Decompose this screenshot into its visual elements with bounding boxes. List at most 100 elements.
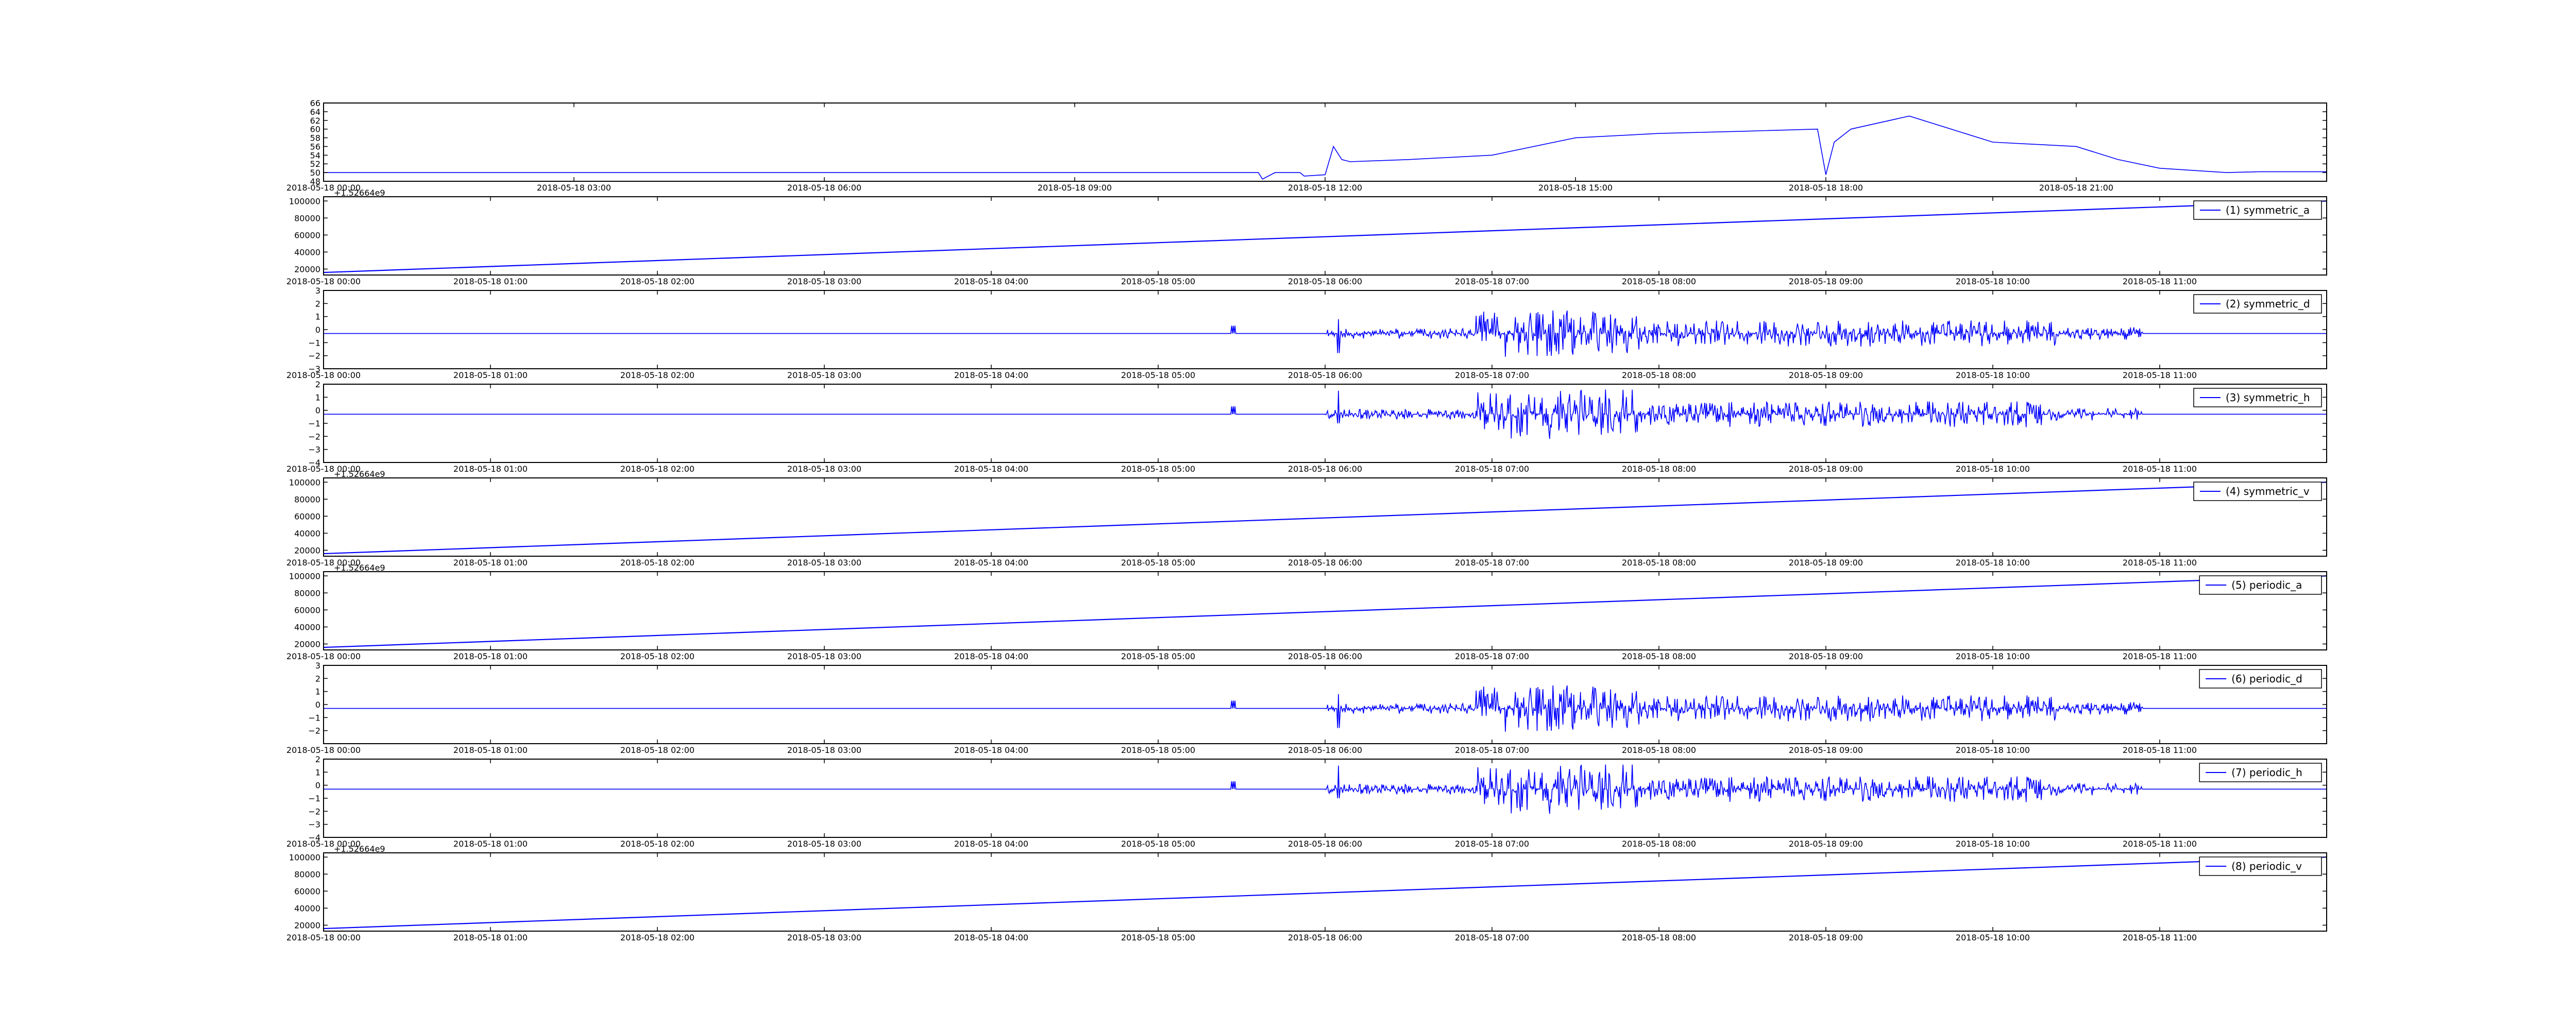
x-tick-label: 2018-05-18 07:00 — [1455, 651, 1529, 661]
x-tick-label: 2018-05-18 06:00 — [787, 183, 861, 193]
x-tick-label: 2018-05-18 11:00 — [2123, 933, 2197, 942]
y-tick-label: 0 — [315, 781, 320, 791]
x-tick-label: 2018-05-18 08:00 — [1622, 370, 1696, 380]
x-tick-label: 2018-05-18 11:00 — [2123, 558, 2197, 568]
x-tick-label: 2018-05-18 09:00 — [1038, 183, 1112, 193]
y-tick-label: 20000 — [294, 545, 320, 555]
x-tick-label: 2018-05-18 09:00 — [1789, 558, 1863, 568]
x-tick-label: 2018-05-18 05:00 — [1121, 370, 1195, 380]
x-tick-label: 2018-05-18 03:00 — [787, 558, 861, 568]
x-tick-label: 2018-05-18 11:00 — [2123, 839, 2197, 849]
y-tick-label: 100000 — [289, 571, 320, 581]
x-tick-label: 2018-05-18 00:00 — [286, 277, 361, 286]
y-tick-label: 3 — [315, 286, 320, 296]
x-tick-label: 2018-05-18 07:00 — [1455, 933, 1529, 942]
offset-label: +1.52664e9 — [334, 469, 385, 479]
x-tick-label: 2018-05-18 06:00 — [1288, 839, 1362, 849]
x-tick-label: 2018-05-18 08:00 — [1622, 933, 1696, 942]
x-tick-label: 2018-05-18 08:00 — [1622, 651, 1696, 661]
y-tick-label: 80000 — [294, 869, 320, 879]
x-tick-label: 2018-05-18 10:00 — [1956, 745, 2030, 755]
x-tick-label: 2018-05-18 03:00 — [787, 651, 861, 661]
y-tick-label: 1 — [315, 392, 320, 402]
y-tick-label: 40000 — [294, 622, 320, 632]
x-tick-label: 2018-05-18 04:00 — [954, 839, 1028, 849]
x-tick-label: 2018-05-18 09:00 — [1789, 745, 1863, 755]
x-tick-label: 2018-05-18 07:00 — [1455, 464, 1529, 474]
y-tick-label: 80000 — [294, 588, 320, 598]
x-tick-label: 2018-05-18 10:00 — [1956, 933, 2030, 942]
x-tick-label: 2018-05-18 04:00 — [954, 464, 1028, 474]
y-tick-label: 58 — [310, 133, 320, 143]
offset-label: +1.52664e9 — [334, 844, 385, 854]
x-tick-label: 2018-05-18 03:00 — [787, 277, 861, 286]
y-tick-label: −2 — [308, 726, 320, 736]
y-tick-label: 60000 — [294, 511, 320, 521]
x-tick-label: 2018-05-18 03:00 — [787, 464, 861, 474]
x-tick-label: 2018-05-18 05:00 — [1121, 558, 1195, 568]
x-tick-label: 2018-05-18 04:00 — [954, 651, 1028, 661]
x-tick-label: 2018-05-18 10:00 — [1956, 370, 2030, 380]
x-tick-label: 2018-05-18 06:00 — [1288, 933, 1362, 942]
y-tick-label: 1 — [315, 767, 320, 777]
y-tick-label: 3 — [315, 661, 320, 671]
x-tick-label: 2018-05-18 10:00 — [1956, 651, 2030, 661]
x-tick-label: 2018-05-18 12:00 — [1288, 183, 1362, 193]
legend-label: (1) symmetric_a — [2226, 204, 2310, 216]
x-tick-label: 2018-05-18 06:00 — [1288, 651, 1362, 661]
legend: (6) periodic_d — [2199, 669, 2322, 689]
x-tick-label: 2018-05-18 08:00 — [1622, 745, 1696, 755]
legend: (5) periodic_a — [2199, 575, 2322, 595]
y-tick-label: 54 — [310, 150, 320, 160]
x-tick-label: 2018-05-18 09:00 — [1789, 370, 1863, 380]
y-tick-label: 64 — [310, 107, 320, 117]
x-tick-label: 2018-05-18 21:00 — [2039, 183, 2113, 193]
x-tick-label: 2018-05-18 04:00 — [954, 933, 1028, 942]
x-tick-label: 2018-05-18 02:00 — [620, 745, 694, 755]
x-tick-label: 2018-05-18 01:00 — [453, 651, 528, 661]
x-tick-label: 2018-05-18 01:00 — [453, 745, 528, 755]
x-tick-label: 2018-05-18 01:00 — [453, 933, 528, 942]
y-tick-label: −1 — [308, 713, 320, 723]
x-tick-label: 2018-05-18 03:00 — [787, 933, 861, 942]
y-tick-label: −2 — [308, 432, 320, 441]
y-tick-label: 60 — [310, 125, 320, 134]
x-tick-label: 2018-05-18 06:00 — [1288, 558, 1362, 568]
x-tick-label: 2018-05-18 06:00 — [1288, 277, 1362, 286]
x-tick-label: 2018-05-18 04:00 — [954, 277, 1028, 286]
y-tick-label: 100000 — [289, 196, 320, 206]
x-tick-label: 2018-05-18 02:00 — [620, 933, 694, 942]
x-tick-label: 2018-05-18 09:00 — [1789, 933, 1863, 942]
x-tick-label: 2018-05-18 00:00 — [286, 370, 361, 380]
x-tick-label: 2018-05-18 15:00 — [1538, 183, 1613, 193]
y-tick-label: 52 — [310, 159, 320, 169]
x-tick-label: 2018-05-18 00:00 — [286, 745, 361, 755]
legend-label: (5) periodic_a — [2231, 579, 2302, 591]
legend: (2) symmetric_d — [2193, 294, 2322, 314]
x-tick-label: 2018-05-18 07:00 — [1455, 370, 1529, 380]
x-tick-label: 2018-05-18 01:00 — [453, 277, 528, 286]
x-tick-label: 2018-05-18 04:00 — [954, 370, 1028, 380]
x-tick-label: 2018-05-18 10:00 — [1956, 464, 2030, 474]
y-tick-label: 40000 — [294, 903, 320, 913]
x-tick-label: 2018-05-18 06:00 — [1288, 745, 1362, 755]
y-tick-label: 1 — [315, 312, 320, 322]
x-tick-label: 2018-05-18 18:00 — [1789, 183, 1863, 193]
x-tick-label: 2018-05-18 11:00 — [2123, 464, 2197, 474]
legend-label: (3) symmetric_h — [2226, 391, 2310, 404]
y-tick-label: 2 — [315, 754, 320, 764]
y-tick-label: 80000 — [294, 494, 320, 504]
y-tick-label: 60000 — [294, 230, 320, 240]
x-tick-label: 2018-05-18 00:00 — [286, 651, 361, 661]
x-tick-label: 2018-05-18 11:00 — [2123, 651, 2197, 661]
y-tick-label: 20000 — [294, 639, 320, 649]
y-tick-label: 20000 — [294, 920, 320, 930]
x-tick-label: 2018-05-18 00:00 — [286, 933, 361, 942]
x-tick-label: 2018-05-18 05:00 — [1121, 745, 1195, 755]
y-tick-label: 20000 — [294, 264, 320, 274]
y-tick-label: 0 — [315, 325, 320, 335]
x-tick-label: 2018-05-18 05:00 — [1121, 651, 1195, 661]
y-tick-label: 1 — [315, 687, 320, 697]
x-tick-label: 2018-05-18 06:00 — [1288, 370, 1362, 380]
x-tick-label: 2018-05-18 07:00 — [1455, 839, 1529, 849]
